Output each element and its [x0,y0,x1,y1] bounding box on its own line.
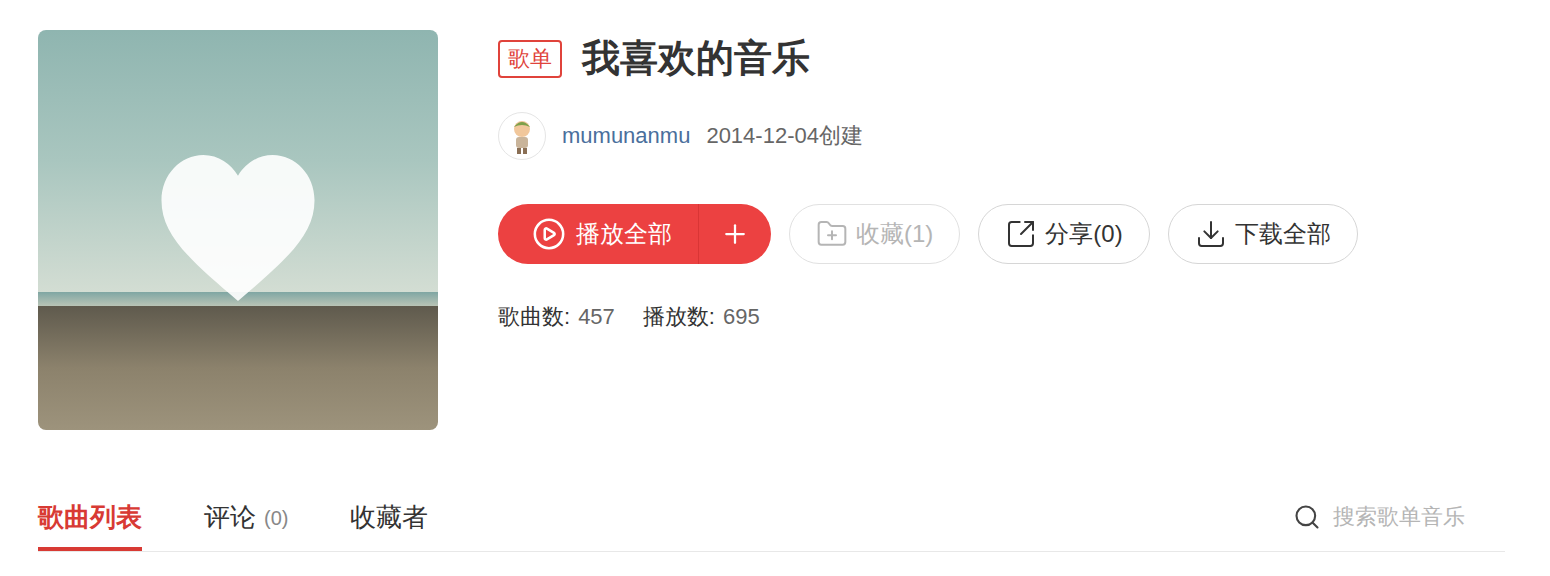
created-date: 2014-12-04创建 [706,119,863,152]
playlist-search[interactable]: 搜索歌单音乐 [1293,490,1505,551]
plus-icon [720,219,750,249]
search-placeholder: 搜索歌单音乐 [1333,500,1465,533]
play-all-group: 播放全部 [498,204,771,264]
play-icon [532,217,566,251]
tab-count: (0) [264,503,288,533]
title-row: 歌单我喜欢的音乐 [498,36,1358,82]
collect-button[interactable]: 收藏(1) [789,204,960,264]
search-icon [1293,503,1321,531]
add-to-queue-button[interactable] [699,204,771,264]
play-all-button[interactable]: 播放全部 [498,204,699,264]
tab[interactable]: 收藏者 [350,490,428,551]
heart-icon [154,148,322,308]
creator-name[interactable]: mumunanmu [562,119,690,152]
stat-item: 播放数:695 [643,300,760,333]
download-button[interactable]: 下载全部 [1168,204,1358,264]
tab-bar: 歌曲列表 评论(0) 收藏者 搜索歌单音乐 [38,490,1505,552]
tab-list: 歌曲列表 评论(0) 收藏者 [38,490,428,551]
folder-plus-icon [816,218,848,250]
creator-avatar[interactable] [498,112,546,160]
share-button[interactable]: 分享(0) [978,204,1149,264]
playlist-header: 歌单我喜欢的音乐 mumunanmu 2014-12-04创建播放全部 收藏(1) 分享… [38,30,1505,430]
creator-row: mumunanmu 2014-12-04创建 [498,112,1358,160]
playlist-cover[interactable] [38,30,438,430]
stats-row: 歌曲数:457 播放数:695 [498,300,1358,333]
cover-ground [38,306,438,430]
playlist-title: 我喜欢的音乐 [582,36,810,82]
download-icon [1195,218,1227,250]
playlist-info: 歌单我喜欢的音乐 mumunanmu 2014-12-04创建播放全部 收藏(1) 分享… [498,30,1358,430]
avatar-icon [502,116,542,156]
tab[interactable]: 评论(0) [204,490,288,551]
playlist-badge: 歌单 [498,40,562,78]
tab[interactable]: 歌曲列表 [38,490,142,551]
stat-item: 歌曲数:457 [498,300,615,333]
action-bar: 播放全部 收藏(1) 分享(0) 下载全部 [498,204,1358,264]
share-icon [1005,218,1037,250]
playlist-page: 歌单我喜欢的音乐 mumunanmu 2014-12-04创建播放全部 收藏(1) 分享… [0,0,1550,576]
